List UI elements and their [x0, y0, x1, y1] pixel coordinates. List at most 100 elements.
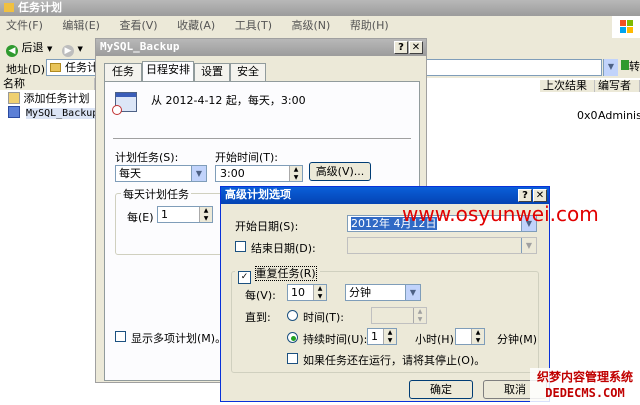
tab-security[interactable]: 安全	[230, 63, 266, 81]
forward-button[interactable]: ▶ ▼	[62, 40, 90, 57]
until-time-input[interactable]: ▲ ▼	[371, 307, 427, 324]
advanced-button[interactable]: 高级(V)...	[309, 162, 371, 181]
column-header-name[interactable]: 名称	[0, 78, 95, 90]
dialog-title: MySQL_Backup	[100, 40, 180, 53]
minutes-label: 分钟(M)	[497, 333, 538, 346]
main-title-bar: 任务计划	[0, 0, 640, 16]
repeat-unit-select[interactable]: 分钟 ▼	[345, 284, 421, 301]
until-label: 直到:	[245, 311, 271, 324]
chevron-down-icon: ▼	[521, 238, 536, 253]
tab-schedule[interactable]: 日程安排	[142, 61, 194, 81]
go-button[interactable]: 转到	[621, 59, 640, 76]
time-spinner[interactable]: ▲ ▼	[413, 308, 426, 323]
properties-title-bar: MySQL_Backup	[96, 39, 426, 56]
chevron-down-icon: ▼	[405, 285, 420, 300]
every-label: 每(V):	[245, 289, 276, 302]
chevron-down-icon: ▼	[47, 45, 53, 53]
stop-if-running-label: 如果任务还在运行，请将其停止(O)。	[303, 354, 486, 367]
address-dropdown[interactable]: ▼	[603, 59, 618, 76]
plan-task-label: 计划任务(S):	[115, 151, 179, 164]
forward-arrow-icon: ▶	[62, 45, 74, 57]
tab-settings[interactable]: 设置	[194, 63, 230, 81]
site-watermark: www.osyunwei.com	[402, 202, 599, 226]
windows-logo	[612, 16, 640, 38]
chevron-down-icon: ▼	[77, 45, 83, 53]
folder-icon	[50, 63, 61, 72]
start-time-value: 3:00	[220, 167, 245, 180]
duration-spinner[interactable]: ▲ ▼	[383, 329, 396, 344]
back-button[interactable]: ◀ 后退 ▼	[6, 40, 66, 57]
list-item[interactable]: 添加任务计划	[8, 92, 98, 106]
help-button[interactable]: ?	[518, 189, 532, 202]
tab-task[interactable]: 任务	[104, 63, 142, 81]
repeat-unit-value: 分钟	[349, 286, 371, 299]
task-icon	[8, 106, 20, 118]
duration-radio[interactable]	[287, 332, 298, 343]
close-button[interactable]: ✕	[533, 189, 547, 202]
repeat-every-input[interactable]: 10 ▲ ▼	[287, 284, 327, 301]
list-item[interactable]: MySQL_Backup	[8, 106, 99, 120]
window-icon	[4, 3, 14, 12]
duration-hours-input[interactable]: 1 ▲ ▼	[367, 328, 397, 345]
column-header-author[interactable]: 编写者	[595, 80, 640, 92]
divider	[113, 138, 411, 139]
calendar-icon	[112, 92, 137, 115]
repeat-checkbox: ✓	[238, 271, 251, 284]
last-result-value: 0x0	[577, 109, 598, 122]
duration-minutes-input[interactable]: ▲ ▼	[455, 328, 485, 345]
time-spinner[interactable]: ▲ ▼	[289, 166, 302, 181]
list-item-label: 添加任务计划	[23, 92, 90, 105]
every-days-value: 1	[161, 208, 168, 221]
column-header-last-result[interactable]: 上次结果	[540, 80, 595, 92]
end-date-picker[interactable]: ▼	[347, 237, 537, 254]
address-value: 任务计	[65, 61, 98, 74]
dedecms-url: DEDECMS.COM	[545, 386, 625, 400]
end-date-checkbox[interactable]	[235, 241, 246, 252]
ok-button[interactable]: 确定	[409, 380, 473, 399]
chevron-down-icon: ▼	[191, 166, 206, 181]
main-window-title: 任务计划	[18, 1, 62, 14]
start-time-input[interactable]: 3:00 ▲ ▼	[215, 165, 303, 182]
days-spinner[interactable]: ▲ ▼	[199, 207, 212, 222]
repeat-label: 重复任务(R)	[254, 266, 317, 281]
back-label: 后退	[21, 41, 44, 54]
repeat-spinner[interactable]: ▲ ▼	[313, 285, 326, 300]
menu-bar: 文件(F) 编辑(E) 查看(V) 收藏(A) 工具(T) 高级(N) 帮助(H…	[6, 18, 596, 34]
start-time-label: 开始时间(T):	[215, 151, 279, 164]
start-date-label: 开始日期(S):	[235, 220, 299, 233]
duration-value: 1	[371, 330, 378, 343]
schedule-summary: 从 2012-4-12 起，每天，3:00	[151, 94, 306, 107]
every-days-input[interactable]: 1 ▲ ▼	[157, 206, 213, 223]
menu-view[interactable]: 查看(V)	[119, 19, 157, 32]
close-button[interactable]: ✕	[409, 41, 423, 54]
dedecms-watermark: 织梦内容管理系统 DEDECMS.COM	[530, 368, 640, 405]
until-time-radio[interactable]	[287, 310, 298, 321]
advanced-dialog-title: 高级计划选项	[225, 188, 291, 201]
plan-task-select[interactable]: 每天 ▼	[115, 165, 207, 182]
repeat-task-toggle[interactable]: ✓ 重复任务(R)	[235, 265, 320, 284]
menu-help[interactable]: 帮助(H)	[350, 19, 389, 32]
duration-label: 持续时间(U):	[303, 333, 368, 346]
dedecms-title: 织梦内容管理系统	[536, 370, 633, 384]
menu-edit[interactable]: 编辑(E)	[62, 19, 100, 32]
go-label: 转到	[629, 60, 640, 73]
menu-advanced[interactable]: 高级(N)	[292, 19, 331, 32]
end-date-label: 结束日期(D):	[251, 242, 316, 255]
show-multi-checkbox[interactable]	[115, 331, 126, 342]
every-label: 每(E)	[127, 211, 154, 224]
author-value: Administ	[598, 109, 640, 122]
back-arrow-icon: ◀	[6, 45, 18, 57]
stop-if-running-checkbox[interactable]	[287, 353, 298, 364]
menu-favorites[interactable]: 收藏(A)	[177, 19, 215, 32]
menu-file[interactable]: 文件(F)	[6, 19, 43, 32]
daily-group-label: 每天计划任务	[121, 186, 191, 202]
list-item-label: MySQL_Backup	[26, 108, 99, 119]
repeat-every-value: 10	[291, 286, 305, 299]
plan-task-value: 每天	[119, 167, 141, 180]
time-label: 时间(T):	[303, 311, 345, 324]
help-button[interactable]: ?	[394, 41, 408, 54]
hours-label: 小时(H)	[415, 333, 454, 346]
minutes-spinner[interactable]: ▲ ▼	[471, 329, 484, 344]
menu-tools[interactable]: 工具(T)	[235, 19, 272, 32]
go-arrow-icon	[621, 60, 629, 70]
